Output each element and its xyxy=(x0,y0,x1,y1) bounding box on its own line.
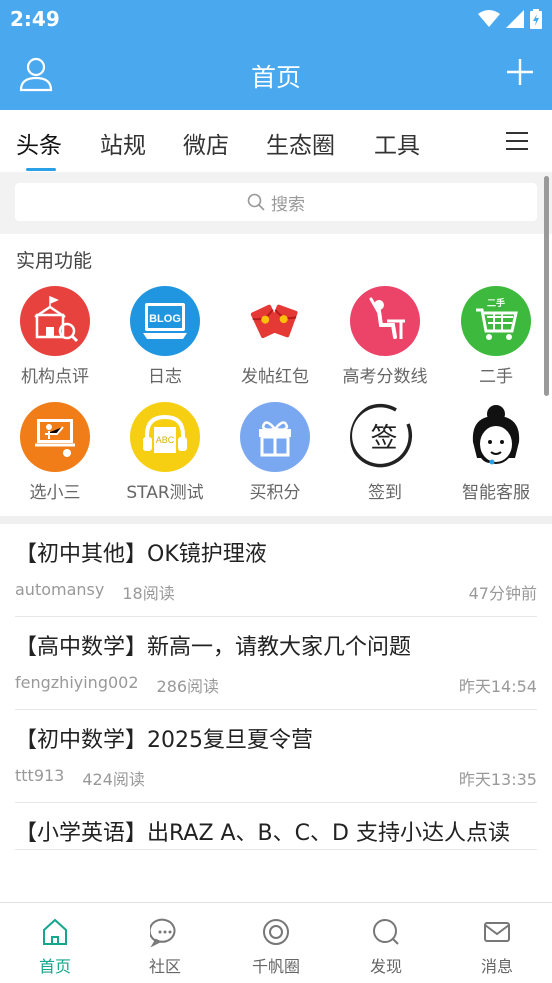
category-tabs: 头条 站规 微店 生态圈 工具 xyxy=(0,110,552,172)
function-second-hand[interactable]: 二手 二手 xyxy=(441,286,551,387)
post-reads: 18阅读 xyxy=(122,584,175,603)
function-label: 买积分 xyxy=(249,483,301,503)
function-label: 签到 xyxy=(368,483,402,503)
wifi-icon xyxy=(478,10,500,27)
post-author: ttt913 xyxy=(15,766,65,785)
page-title: 首页 xyxy=(250,63,301,92)
status-time: 2:49 xyxy=(10,7,60,31)
gift-icon xyxy=(240,402,310,472)
post-meta: automansy 18阅读 47分钟前 xyxy=(15,570,537,616)
nav-community[interactable]: 社区 xyxy=(110,903,220,983)
post-author: automansy xyxy=(15,580,105,599)
function-label: STAR测试 xyxy=(126,483,204,503)
add-icon[interactable] xyxy=(504,56,536,88)
classroom-icon xyxy=(20,402,90,472)
function-label: 智能客服 xyxy=(462,483,530,503)
cart-icon: 二手 xyxy=(461,286,531,356)
home-icon xyxy=(43,918,67,945)
exam-icon xyxy=(350,286,420,356)
post-time: 昨天13:35 xyxy=(458,770,537,789)
post-item[interactable]: 【初中其他】OK镜护理液 automansy 18阅读 47分钟前 xyxy=(15,524,537,617)
app-header: 首页 xyxy=(0,38,552,110)
scrollbar[interactable] xyxy=(544,176,549,396)
post-meta: fengzhiying002 286阅读 昨天14:54 xyxy=(15,663,537,709)
chat-bubble-icon xyxy=(148,918,176,948)
signin-badge-text: 签 xyxy=(371,423,398,454)
discover-search-icon xyxy=(373,919,399,945)
tab-tools[interactable]: 工具 xyxy=(374,126,420,160)
circle-icon xyxy=(263,919,289,945)
post-author: fengzhiying002 xyxy=(15,673,139,692)
tab-ecosystem[interactable]: 生态圈 xyxy=(266,126,335,160)
battery-icon xyxy=(530,9,542,29)
function-smart-service[interactable]: 智能客服 xyxy=(441,402,551,503)
function-institution-review[interactable]: 机构点评 xyxy=(0,286,110,387)
second-hand-badge-text: 二手 xyxy=(487,297,505,309)
bottom-navigation: 首页 社区 千帆圈 发现 消息 xyxy=(0,902,552,983)
red-envelope-icon xyxy=(240,286,310,356)
active-tab-indicator xyxy=(26,168,56,171)
post-title[interactable]: 【高中数学】新高一，请教大家几个问题 xyxy=(15,617,537,663)
function-blog[interactable]: BLOG 日志 xyxy=(110,286,220,387)
star-badge-text: ABC xyxy=(156,435,175,445)
functions-section: 实用功能 机构点评 BLOG 日志 发帖红包 高考分数线 二手 二手 选小三 A… xyxy=(0,234,552,516)
signal-icon xyxy=(506,10,524,28)
envelope-icon xyxy=(484,922,510,942)
nav-label: 社区 xyxy=(148,957,181,976)
post-time: 昨天14:54 xyxy=(458,677,537,696)
section-divider xyxy=(0,516,552,524)
function-star-test[interactable]: ABC STAR测试 xyxy=(110,402,220,503)
post-title[interactable]: 【初中数学】2025复旦夏令营 xyxy=(15,710,537,756)
search-icon xyxy=(247,193,265,211)
post-title[interactable]: 【初中其他】OK镜护理液 xyxy=(15,524,537,570)
function-label: 发帖红包 xyxy=(241,367,309,387)
function-label: 机构点评 xyxy=(21,367,89,387)
nav-home[interactable]: 首页 xyxy=(0,903,110,983)
function-label: 二手 xyxy=(479,367,513,387)
search-input[interactable]: 搜索 xyxy=(15,183,537,221)
function-label: 选小三 xyxy=(29,483,81,503)
post-item[interactable]: 【高中数学】新高一，请教大家几个问题 fengzhiying002 286阅读 … xyxy=(15,617,537,710)
post-reads: 424阅读 xyxy=(82,770,145,789)
post-time: 47分钟前 xyxy=(468,584,537,603)
function-choose-school[interactable]: 选小三 xyxy=(0,402,110,503)
nav-label: 发现 xyxy=(369,957,402,976)
blog-icon: BLOG xyxy=(130,286,200,356)
nav-messages[interactable]: 消息 xyxy=(442,903,552,983)
function-sign-in[interactable]: 签 签到 xyxy=(330,402,440,503)
menu-icon[interactable] xyxy=(506,132,528,150)
search-area: 搜索 xyxy=(0,172,552,234)
school-icon xyxy=(20,286,90,356)
function-label: 高考分数线 xyxy=(342,367,428,387)
headphones-icon: ABC xyxy=(130,402,200,472)
tab-site-rules[interactable]: 站规 xyxy=(100,126,146,160)
post-item[interactable]: 【初中数学】2025复旦夏令营 ttt913 424阅读 昨天13:35 xyxy=(15,710,537,803)
function-buy-points[interactable]: 买积分 xyxy=(220,402,330,503)
nav-label: 消息 xyxy=(480,957,513,976)
post-title[interactable]: 【小学英语】出RAZ A、B、C、D 支持小达人点读 xyxy=(15,803,537,849)
status-bar: 2:49 xyxy=(0,0,552,38)
nav-discover[interactable]: 发现 xyxy=(331,903,441,983)
function-label: 日志 xyxy=(148,367,182,387)
post-reads: 286阅读 xyxy=(156,677,220,696)
post-meta: ttt913 424阅读 昨天13:35 xyxy=(15,756,537,802)
function-red-envelope[interactable]: 发帖红包 xyxy=(220,286,330,387)
customer-service-icon xyxy=(461,402,531,472)
tab-micro-shop[interactable]: 微店 xyxy=(183,126,229,160)
signin-icon: 签 xyxy=(350,402,420,472)
search-placeholder: 搜索 xyxy=(271,194,305,215)
blog-badge-text: BLOG xyxy=(149,313,181,325)
nav-label: 首页 xyxy=(38,957,71,976)
function-gaokao-scores[interactable]: 高考分数线 xyxy=(330,286,440,387)
nav-label: 千帆圈 xyxy=(251,957,300,976)
tab-headlines[interactable]: 头条 xyxy=(16,126,62,160)
post-item[interactable]: 【小学英语】出RAZ A、B、C、D 支持小达人点读 xyxy=(15,803,537,850)
nav-qianfan-circle[interactable]: 千帆圈 xyxy=(221,903,331,983)
post-feed: 【初中其他】OK镜护理液 automansy 18阅读 47分钟前 【高中数学】… xyxy=(0,524,552,902)
functions-heading: 实用功能 xyxy=(16,250,93,272)
status-icons xyxy=(478,9,542,29)
